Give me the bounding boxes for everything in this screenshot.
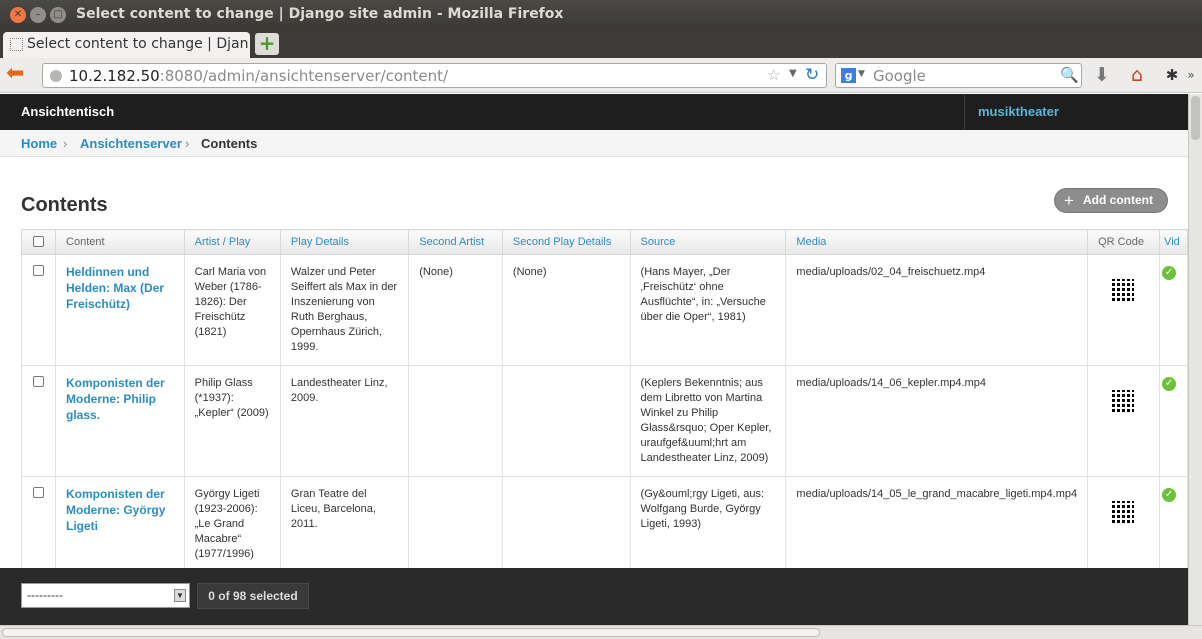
table-header-row: Content Artist / Play Play Details Secon… xyxy=(20,229,1188,255)
chevron-right-icon: › xyxy=(63,136,68,151)
browser-tab[interactable]: Select content to change | Djan… xyxy=(3,32,250,58)
qr-cell xyxy=(1087,254,1161,366)
content-cell: Heldinnen und Helden: Max (Der Freischüt… xyxy=(55,254,185,366)
row-checkbox[interactable] xyxy=(33,376,44,387)
url-bar[interactable]: 10.2.182.50:8080/admin/ansichtenserver/c… xyxy=(42,63,827,88)
check-icon: ✓ xyxy=(1162,488,1177,502)
new-tab-button[interactable]: + xyxy=(255,33,279,55)
reload-icon[interactable]: ↻ xyxy=(805,65,819,85)
column-header-source[interactable]: Source xyxy=(629,229,787,255)
content-link[interactable]: Komponisten der Moderne: György Ligeti xyxy=(66,487,165,533)
page-viewport: Ansichtentisch musiktheater Home › Ansic… xyxy=(0,94,1188,625)
tab-bar: Select content to change | Djan… + xyxy=(0,30,1202,58)
column-header-qr-code: QR Code xyxy=(1087,229,1161,255)
qr-code-image xyxy=(1098,376,1149,426)
qr-code-image xyxy=(1098,487,1149,537)
home-icon[interactable]: ⌂ xyxy=(1125,64,1149,88)
site-brand[interactable]: Ansichtentisch xyxy=(21,104,114,119)
breadcrumb-current: Contents xyxy=(201,136,258,151)
qr-cell xyxy=(1087,365,1161,477)
artist-cell: Carl Maria von Weber (1786-1826): Der Fr… xyxy=(183,254,281,366)
horizontal-scrollbar[interactable] xyxy=(0,625,1202,639)
chevron-right-icon: › xyxy=(185,136,190,151)
column-header-video[interactable]: Vid xyxy=(1159,229,1188,255)
media-cell: media/uploads/14_06_kepler.mp4.mp4 xyxy=(785,365,1089,477)
action-select-value: --------- xyxy=(27,588,63,602)
navigation-toolbar: ⬅ 10.2.182.50:8080/admin/ansichtenserver… xyxy=(0,58,1202,93)
qr-code-image xyxy=(1098,265,1149,315)
horizontal-scrollbar-thumb[interactable] xyxy=(2,628,820,637)
vertical-scrollbar-thumb[interactable] xyxy=(1191,96,1200,140)
media-cell: media/uploads/02_04_freischuetz.mp4 xyxy=(785,254,1089,366)
back-arrow-icon[interactable]: ⬅ xyxy=(6,63,32,86)
window-title: Select content to change | Django site a… xyxy=(76,6,564,22)
selection-counter: 0 of 98 selected xyxy=(197,583,309,609)
table-row: Heldinnen und Helden: Max (Der Freischüt… xyxy=(20,254,1188,366)
firebug-bug-icon[interactable]: ✱ xyxy=(1160,64,1184,88)
play-details-cell: Landestheater Linz, 2009. xyxy=(279,365,410,477)
maximize-window-button[interactable]: □ xyxy=(50,7,66,23)
check-icon: ✓ xyxy=(1162,266,1177,280)
results-table: Content Artist / Play Play Details Secon… xyxy=(20,229,1188,588)
second-artist-cell xyxy=(408,365,503,477)
row-select-cell xyxy=(20,254,57,366)
row-checkbox[interactable] xyxy=(33,265,44,276)
second-play-details-cell: (None) xyxy=(501,254,631,366)
url-path: :8080/admin/ansichtenserver/content/ xyxy=(159,67,449,85)
bookmark-star-icon[interactable]: ☆ xyxy=(767,66,780,84)
table-row: Komponisten der Moderne: Philip glass. P… xyxy=(20,365,1188,477)
site-identity-icon[interactable] xyxy=(50,70,62,82)
url-history-dropdown-icon[interactable]: ▼ xyxy=(789,68,797,79)
breadcrumb: Home › Ansichtenserver › Contents xyxy=(0,130,1188,157)
column-header-media[interactable]: Media xyxy=(785,229,1089,255)
add-content-button[interactable]: + Add content xyxy=(1054,188,1168,213)
action-select[interactable]: --------- ▼ xyxy=(21,583,190,608)
second-play-details-cell xyxy=(501,365,631,477)
breadcrumb-home[interactable]: Home xyxy=(21,136,57,151)
window-titlebar: ✕ – □ Select content to change | Django … xyxy=(0,0,1202,30)
column-header-artist[interactable]: Artist / Play xyxy=(183,229,281,255)
close-window-button[interactable]: ✕ xyxy=(10,7,26,23)
content-link[interactable]: Heldinnen und Helden: Max (Der Freischüt… xyxy=(66,265,164,311)
select-all-checkbox[interactable] xyxy=(33,235,44,247)
page-title: Contents xyxy=(21,194,108,216)
source-cell: (Keplers Bekenntnis; aus dem Libretto vo… xyxy=(629,365,787,477)
user-link[interactable]: musiktheater xyxy=(978,104,1059,119)
add-content-label: Add content xyxy=(1083,193,1153,207)
check-icon: ✓ xyxy=(1162,377,1177,391)
column-header-second-artist[interactable]: Second Artist xyxy=(408,229,503,255)
play-details-cell: Walzer und Peter Seiffert als Max in der… xyxy=(279,254,410,366)
video-cell: ✓ xyxy=(1159,365,1188,477)
search-magnifier-icon[interactable]: 🔍 xyxy=(1060,66,1079,84)
actions-bar: --------- ▼ 0 of 98 selected xyxy=(0,568,1188,625)
search-placeholder: Google xyxy=(873,67,926,85)
breadcrumb-app[interactable]: Ansichtenserver xyxy=(80,136,182,151)
source-cell: (Hans Mayer, „Der ‚Freischütz‘ ohne Ausf… xyxy=(629,254,787,366)
second-artist-cell: (None) xyxy=(408,254,503,366)
page-favicon-icon xyxy=(10,38,23,51)
column-header-content: Content xyxy=(55,229,185,255)
user-tools: musiktheater xyxy=(964,94,1188,130)
chevron-down-icon: ▼ xyxy=(174,589,186,602)
video-cell: ✓ xyxy=(1159,254,1188,366)
minimize-window-button[interactable]: – xyxy=(30,7,46,23)
select-all-header xyxy=(20,229,57,255)
column-header-play-details[interactable]: Play Details xyxy=(279,229,410,255)
tab-label: Select content to change | Djan… xyxy=(27,36,250,52)
toolbar-overflow-icon[interactable]: » xyxy=(1182,64,1200,88)
vertical-scrollbar[interactable] xyxy=(1188,94,1202,625)
plus-icon: + xyxy=(1064,191,1074,210)
download-arrow-icon[interactable]: ⬇ xyxy=(1090,64,1114,88)
admin-header: Ansichtentisch musiktheater xyxy=(0,94,1188,130)
google-engine-icon[interactable]: g xyxy=(841,68,856,83)
engine-dropdown-icon[interactable]: ▼ xyxy=(858,69,865,79)
url-host: 10.2.182.50 xyxy=(69,67,160,85)
artist-cell: Philip Glass (*1937): „Kepler“ (2009) xyxy=(183,365,281,477)
row-checkbox[interactable] xyxy=(33,487,44,498)
content-link[interactable]: Komponisten der Moderne: Philip glass. xyxy=(66,376,165,422)
column-header-second-play-details[interactable]: Second Play Details xyxy=(501,229,631,255)
search-bar[interactable]: g ▼ Google 🔍 xyxy=(835,63,1082,88)
content-cell: Komponisten der Moderne: Philip glass. xyxy=(55,365,185,477)
row-select-cell xyxy=(20,365,57,477)
